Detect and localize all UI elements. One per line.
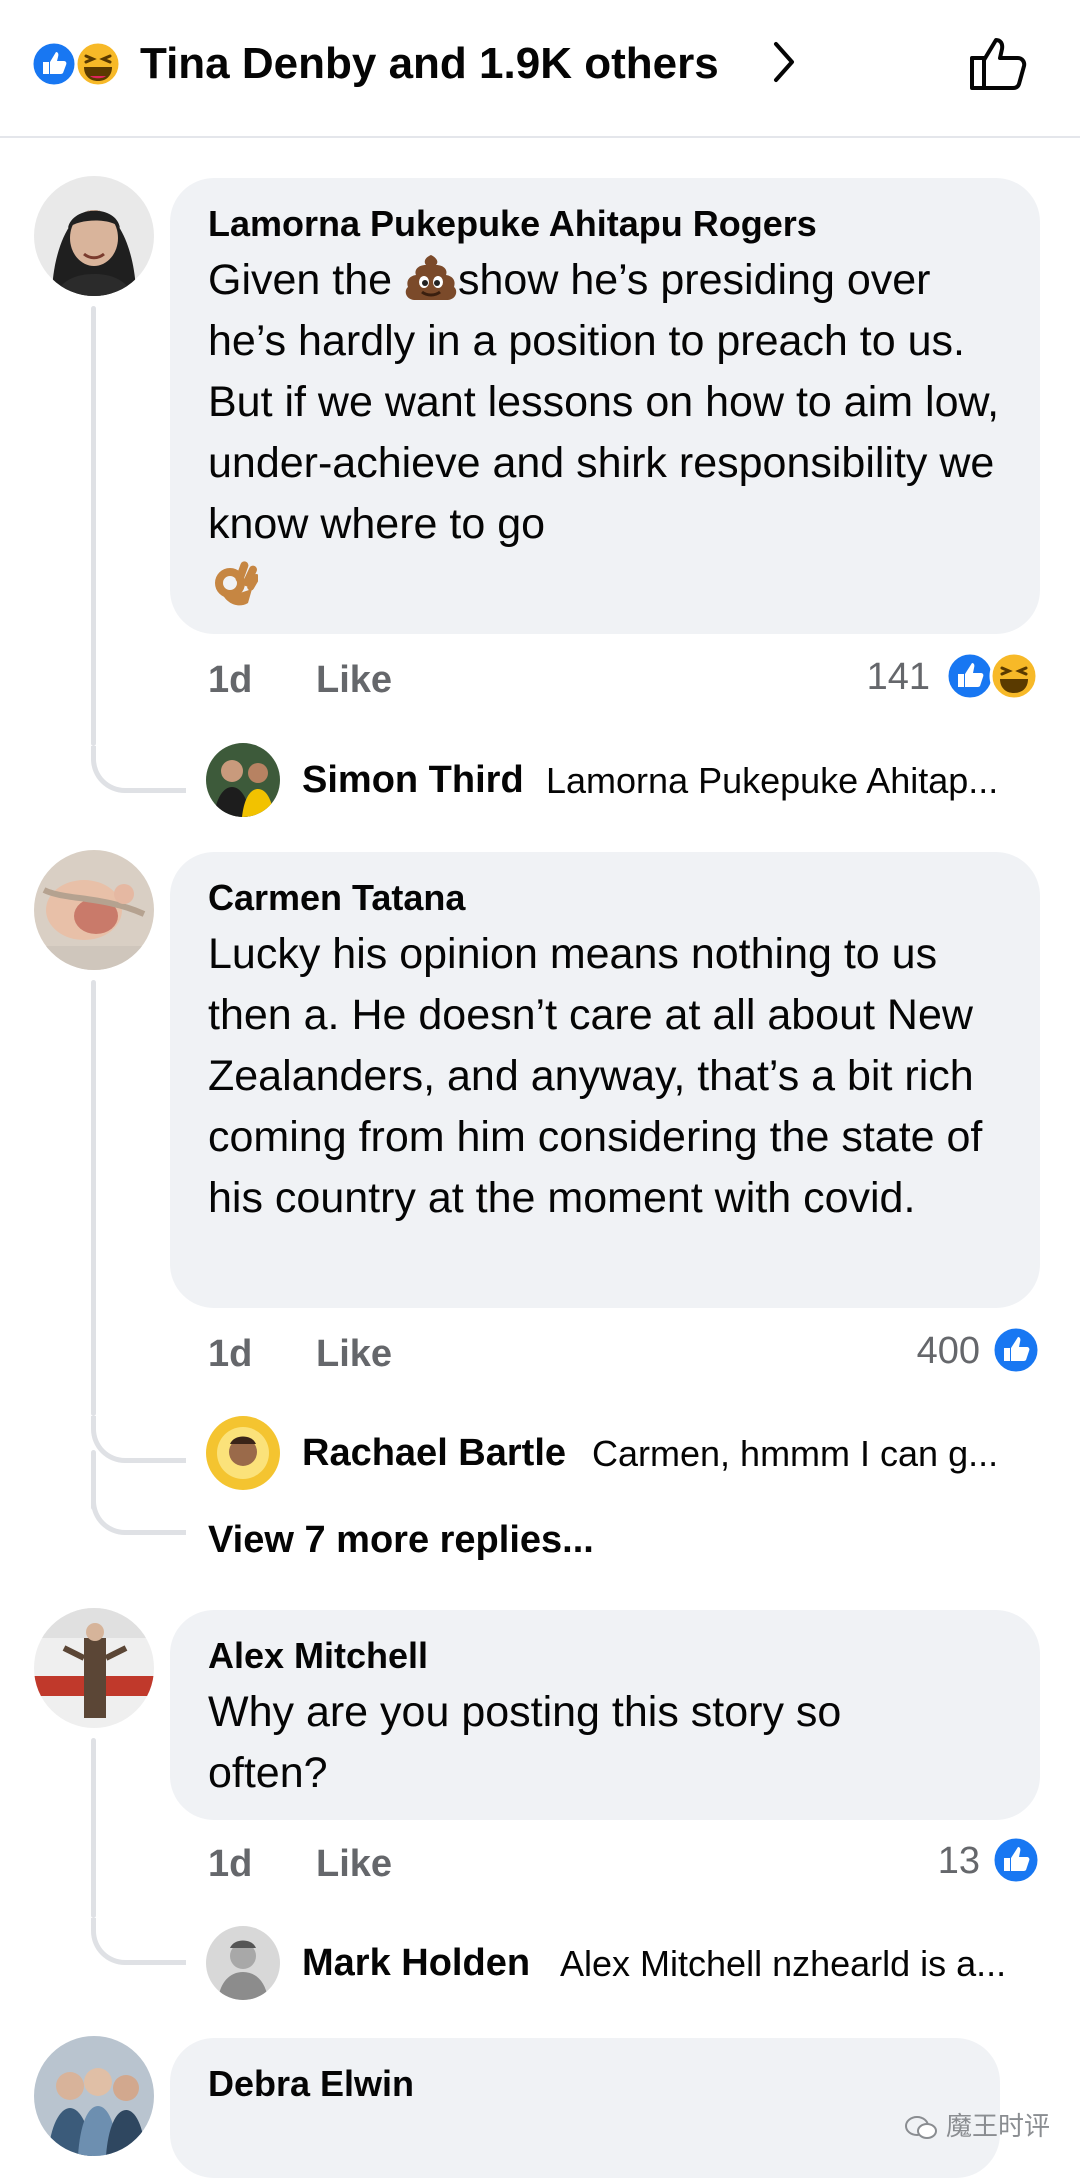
reply-avatar[interactable] xyxy=(206,743,280,817)
comment-author[interactable]: Debra Elwin xyxy=(208,2062,414,2106)
reactions-summary[interactable]: Tina Denby and 1.9K others xyxy=(140,36,719,92)
like-comment-button[interactable]: Like xyxy=(316,656,392,704)
reply-author[interactable]: Simon Third xyxy=(302,756,524,804)
thread-line xyxy=(91,980,96,1416)
comment-author[interactable]: Lamorna Pukepuke Ahitapu Rogers xyxy=(208,202,817,246)
reply-avatar[interactable] xyxy=(206,1416,280,1490)
reactions-header[interactable]: Tina Denby and 1.9K others xyxy=(0,0,1080,138)
comment-bubble[interactable]: Lamorna Pukepuke Ahitapu Rogers Given th… xyxy=(170,178,1040,634)
comment-time[interactable]: 1d xyxy=(208,1330,252,1378)
reply-author[interactable]: Rachael Bartle xyxy=(302,1429,566,1477)
comment-text: Why are you posting this story so often? xyxy=(208,1688,842,1797)
comment-author[interactable]: Alex Mitchell xyxy=(208,1634,428,1678)
comment-text: Given the show he’s presiding over he’s … xyxy=(208,250,1018,616)
comment-time[interactable]: 1d xyxy=(208,1840,252,1888)
comment-time[interactable]: 1d xyxy=(208,656,252,704)
comment-author[interactable]: Carmen Tatana xyxy=(208,876,465,920)
avatar[interactable] xyxy=(34,176,154,296)
like-icon xyxy=(30,40,78,88)
chevron-right-icon[interactable] xyxy=(770,34,798,90)
reply-preview[interactable]: Alex Mitchell nzhearld is a... xyxy=(560,1940,1006,1988)
reaction-count[interactable]: 400 xyxy=(870,1327,980,1375)
like-icon[interactable] xyxy=(990,1324,1042,1376)
thread-connector xyxy=(91,1918,186,1965)
thread-connector xyxy=(91,1416,186,1463)
reply-avatar-image xyxy=(206,1926,280,2000)
reply-avatar-image xyxy=(206,1416,280,1490)
comment-text: Lucky his opinion means nothing to us th… xyxy=(208,930,983,1222)
reply-avatar[interactable] xyxy=(206,1926,280,2000)
avatar[interactable] xyxy=(34,850,154,970)
watermark: 魔王时评 xyxy=(904,2106,1050,2143)
watermark-text: 魔王时评 xyxy=(945,2111,1050,2141)
avatar-image xyxy=(34,1608,154,1728)
avatar-image xyxy=(34,2036,154,2156)
like-icon xyxy=(945,651,995,701)
avatar-image xyxy=(34,850,154,970)
ok-hand-emoji-icon xyxy=(215,561,260,606)
reply-avatar-image xyxy=(206,743,280,817)
comment-bubble[interactable]: Alex Mitchell Why are you posting this s… xyxy=(170,1610,1040,1820)
haha-icon xyxy=(989,651,1039,701)
wechat-icon xyxy=(904,2116,937,2140)
view-more-replies-link[interactable]: View 7 more replies... xyxy=(208,1516,594,1564)
like-comment-button[interactable]: Like xyxy=(316,1840,392,1888)
reply-author[interactable]: Mark Holden xyxy=(302,1939,530,1987)
avatar[interactable] xyxy=(34,1608,154,1728)
reaction-icons[interactable] xyxy=(944,650,1044,702)
haha-icon xyxy=(74,40,122,88)
reply-preview[interactable]: Carmen, hmmm I can g... xyxy=(592,1430,998,1478)
thread-line xyxy=(91,306,96,746)
comment-bubble[interactable]: Carmen Tatana Lucky his opinion means no… xyxy=(170,852,1040,1308)
poop-emoji-icon xyxy=(405,255,457,300)
reaction-count[interactable]: 141 xyxy=(820,653,930,701)
comment-bubble[interactable]: Debra Elwin xyxy=(170,2038,1000,2178)
reaction-count[interactable]: 13 xyxy=(870,1837,980,1885)
thread-connector xyxy=(91,1490,186,1535)
like-icon[interactable] xyxy=(990,1834,1042,1886)
comment-text-part: Given the xyxy=(208,256,404,304)
avatar-image xyxy=(34,176,154,296)
reply-preview[interactable]: Lamorna Pukepuke Ahitap... xyxy=(546,757,998,805)
thumbs-up-outline-icon[interactable] xyxy=(966,30,1030,94)
thread-connector xyxy=(91,746,186,793)
header-reaction-icons xyxy=(30,40,122,88)
thread-line xyxy=(91,1738,96,1918)
avatar[interactable] xyxy=(34,2036,154,2156)
like-comment-button[interactable]: Like xyxy=(316,1330,392,1378)
